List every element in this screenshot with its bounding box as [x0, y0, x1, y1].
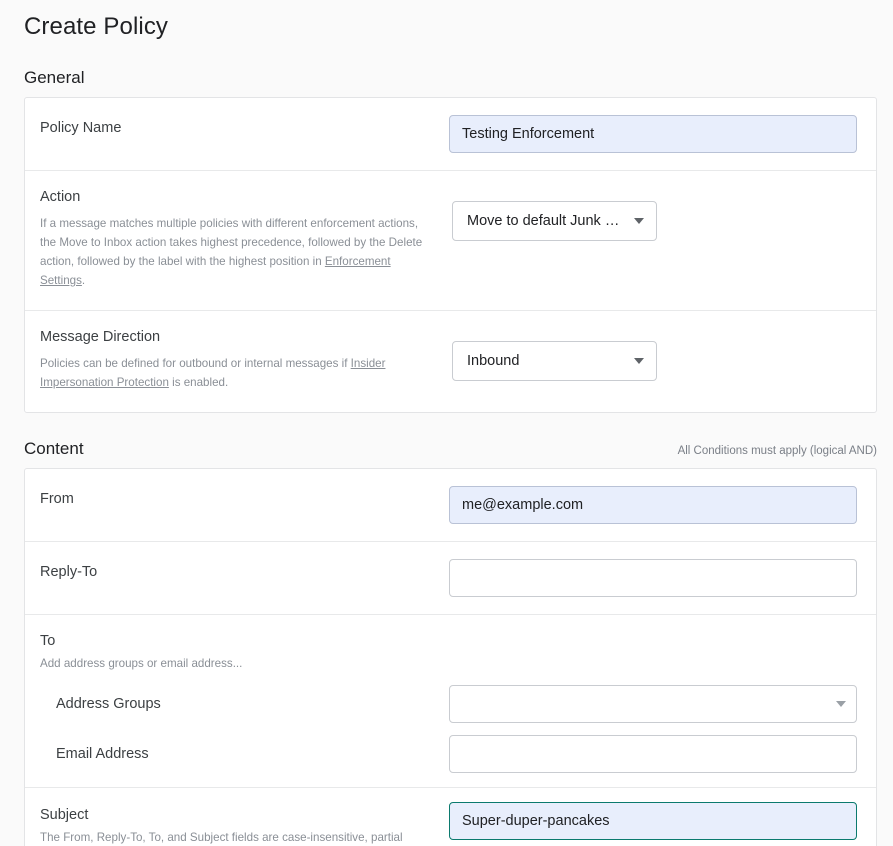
- content-section-header: Content All Conditions must apply (logic…: [24, 439, 877, 459]
- address-groups-row: Address Groups: [25, 685, 876, 723]
- policy-name-control-cell: Testing Enforcement: [449, 98, 876, 170]
- action-description-part2: .: [81, 274, 86, 287]
- email-address-control-cell: [449, 735, 876, 773]
- reply-to-input[interactable]: [449, 559, 857, 597]
- subject-row: Subject The From, Reply-To, To, and Subj…: [25, 788, 876, 846]
- reply-to-label: Reply-To: [40, 564, 98, 580]
- chevron-down-icon: [634, 218, 644, 224]
- email-address-input[interactable]: [449, 735, 857, 773]
- general-card: Policy Name Testing Enforcement Action I…: [24, 97, 877, 413]
- general-section-title: General: [24, 68, 85, 87]
- email-address-label: Email Address: [56, 746, 149, 762]
- message-direction-description-part2: is enabled.: [168, 376, 229, 389]
- from-label: From: [40, 491, 74, 507]
- message-direction-control-cell: Inbound: [452, 311, 876, 397]
- general-section-header: General: [24, 68, 877, 88]
- message-direction-description-part1: Policies can be defined for outbound or …: [40, 357, 351, 370]
- policy-name-label: Policy Name: [40, 120, 122, 136]
- address-groups-select[interactable]: [449, 685, 857, 723]
- message-direction-description: Policies can be defined for outbound or …: [40, 354, 435, 392]
- content-section-title: Content: [24, 439, 84, 458]
- to-description: Add address groups or email address...: [40, 657, 243, 670]
- subject-input[interactable]: Super-duper-pancakes: [449, 802, 857, 840]
- from-label-cell: From: [25, 469, 449, 529]
- policy-name-input[interactable]: Testing Enforcement: [449, 115, 857, 153]
- from-row: From me@example.com: [25, 469, 876, 542]
- from-input[interactable]: me@example.com: [449, 486, 857, 524]
- from-control-cell: me@example.com: [449, 469, 876, 541]
- address-groups-control-cell: [449, 685, 876, 723]
- action-description: If a message matches multiple policies w…: [40, 214, 435, 290]
- message-direction-row: Message Direction Policies can be define…: [25, 311, 876, 412]
- subject-label-cell: Subject The From, Reply-To, To, and Subj…: [25, 788, 449, 846]
- chevron-down-icon: [634, 358, 644, 364]
- message-direction-select[interactable]: Inbound: [452, 341, 657, 381]
- content-card: From me@example.com Reply-To To Add addr…: [24, 468, 877, 846]
- address-groups-label: Address Groups: [56, 696, 161, 712]
- reply-to-label-cell: Reply-To: [25, 542, 449, 602]
- create-policy-page: Create Policy General Policy Name Testin…: [0, 0, 893, 846]
- reply-to-row: Reply-To: [25, 542, 876, 615]
- subject-control-cell: Super-duper-pancakes: [449, 788, 876, 846]
- action-label-cell: Action If a message matches multiple pol…: [25, 171, 449, 310]
- conditions-note: All Conditions must apply (logical AND): [677, 445, 877, 457]
- subject-description: The From, Reply-To, To, and Subject fiel…: [40, 831, 403, 844]
- action-label: Action: [40, 189, 81, 205]
- subject-label: Subject: [40, 807, 89, 823]
- to-row: To Add address groups or email address..…: [25, 615, 876, 788]
- reply-to-control-cell: [449, 542, 876, 614]
- policy-name-label-cell: Policy Name: [25, 98, 449, 158]
- page-title: Create Policy: [24, 13, 169, 40]
- action-select-value: Move to default Junk …: [467, 213, 620, 229]
- action-select[interactable]: Move to default Junk …: [452, 201, 657, 241]
- to-head: To Add address groups or email address..…: [25, 631, 876, 673]
- message-direction-label-cell: Message Direction Policies can be define…: [25, 311, 449, 412]
- email-address-row: Email Address: [25, 735, 876, 773]
- to-label: To: [40, 633, 56, 649]
- policy-name-row: Policy Name Testing Enforcement: [25, 98, 876, 171]
- action-control-cell: Move to default Junk …: [452, 171, 876, 257]
- message-direction-label: Message Direction: [40, 329, 161, 345]
- message-direction-select-value: Inbound: [467, 353, 520, 369]
- action-row: Action If a message matches multiple pol…: [25, 171, 876, 311]
- chevron-down-icon: [836, 701, 846, 707]
